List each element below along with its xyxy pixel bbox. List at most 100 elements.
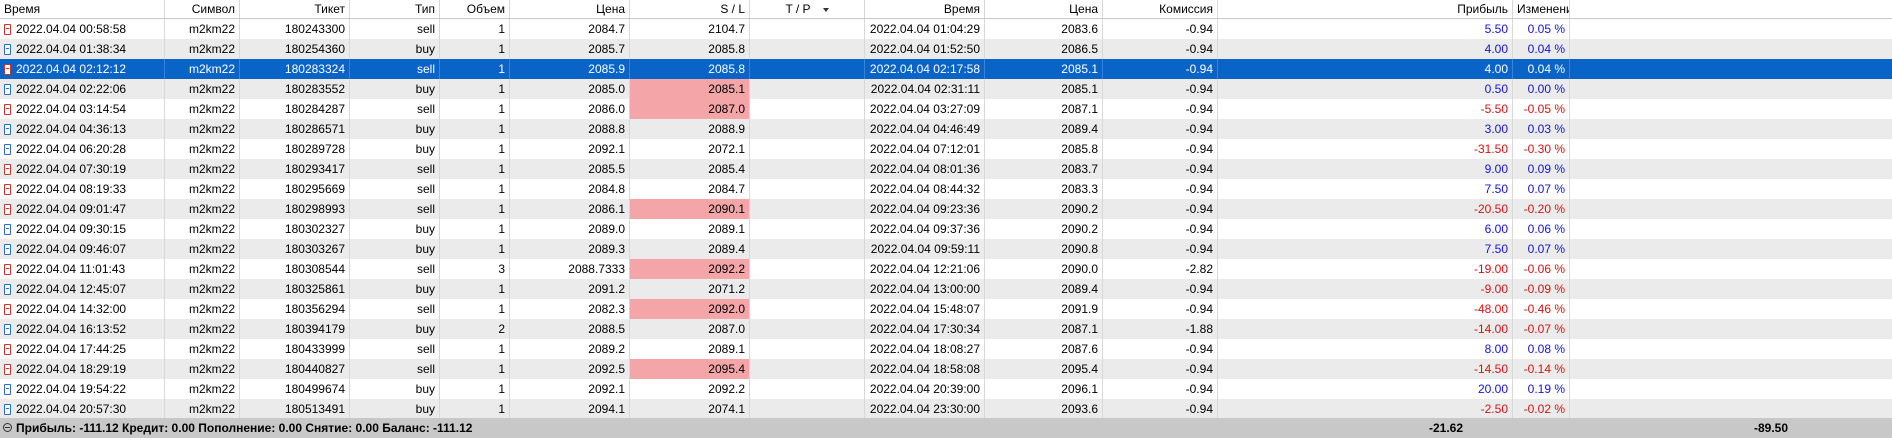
- table-row[interactable]: 2022.04.04 02:12:12 m2km22 180283324 sell 1 2…: [0, 59, 1892, 79]
- sl-value: 2089.4: [708, 242, 745, 256]
- cell-tp: [750, 19, 865, 39]
- close-time-value: 2022.04.04 18:58:08: [869, 362, 980, 376]
- table-row[interactable]: 2022.04.04 14:32:00 m2km22 180356294 sell 1 2…: [0, 299, 1892, 319]
- close-time-value: 2022.04.04 15:48:07: [869, 302, 980, 316]
- change-value: 0.06 %: [1527, 222, 1565, 236]
- cell-close-time: 2022.04.04 07:12:01: [865, 139, 985, 159]
- close-price-value: 2083.3: [1061, 182, 1098, 196]
- table-row[interactable]: 2022.04.04 03:14:54 m2km22 180284287 sell 1 2…: [0, 99, 1892, 119]
- cell-profit: -14.00: [1218, 319, 1513, 339]
- type-value: sell: [416, 362, 435, 376]
- volume-value: 1: [498, 82, 505, 96]
- profit-value: 9.00: [1484, 162, 1508, 176]
- profit-value: 3.00: [1484, 122, 1508, 136]
- column-header-profit[interactable]: Прибыль: [1218, 0, 1513, 18]
- column-header-ticket[interactable]: Тикет: [240, 0, 350, 18]
- cell-sl: 2095.4: [630, 359, 750, 379]
- cell-type: sell: [350, 179, 440, 199]
- cell-open-price: 2084.8: [510, 179, 630, 199]
- profit-value: -19.00: [1473, 262, 1508, 276]
- cell-close-time: 2022.04.04 18:08:27: [865, 339, 985, 359]
- table-row[interactable]: 2022.04.04 09:01:47 m2km22 180298993 sell 1 2…: [0, 199, 1892, 219]
- table-row[interactable]: 2022.04.04 20:57:30 m2km22 180513491 buy 1 20…: [0, 399, 1892, 419]
- table-row[interactable]: 2022.04.04 18:29:19 m2km22 180440827 sell 1 2…: [0, 359, 1892, 379]
- table-row[interactable]: 2022.04.04 07:30:19 m2km22 180293417 sell 1 2…: [0, 159, 1892, 179]
- table-row[interactable]: 2022.04.04 02:22:06 m2km22 180283552 buy 1 20…: [0, 79, 1892, 99]
- cell-close-price: 2093.6: [985, 399, 1103, 419]
- cell-symbol: m2km22: [165, 199, 240, 219]
- sl-value: 2089.1: [708, 222, 745, 236]
- column-header-type[interactable]: Тип: [350, 0, 440, 18]
- ticket-value: 180286571: [284, 122, 345, 136]
- sell-order-icon: [4, 264, 11, 276]
- cell-open-time: 2022.04.04 16:13:52: [0, 319, 165, 339]
- table-row[interactable]: 2022.04.04 19:54:22 m2km22 180499674 buy 1 20…: [0, 379, 1892, 399]
- column-header-label: Тип: [414, 2, 435, 16]
- cell-sl: 2071.2: [630, 279, 750, 299]
- sl-value: 2085.8: [708, 42, 745, 56]
- column-header-volume[interactable]: Объем: [440, 0, 510, 18]
- cell-commission: -2.82: [1103, 259, 1218, 279]
- column-header-close-time[interactable]: Время: [865, 0, 985, 18]
- cell-commission: -0.94: [1103, 359, 1218, 379]
- column-header-sl[interactable]: S / L: [630, 0, 750, 18]
- table-row[interactable]: 2022.04.04 01:38:34 m2km22 180254360 buy 1 20…: [0, 39, 1892, 59]
- cell-open-time: 2022.04.04 11:01:43: [0, 259, 165, 279]
- close-price-value: 2095.4: [1061, 362, 1098, 376]
- table-row[interactable]: 2022.04.04 16:13:52 m2km22 180394179 buy 2 20…: [0, 319, 1892, 339]
- cell-volume: 1: [440, 219, 510, 239]
- cell-commission: -0.94: [1103, 219, 1218, 239]
- open-price-value: 2092.1: [588, 142, 625, 156]
- profit-value: 8.00: [1484, 342, 1508, 356]
- column-header-change[interactable]: Изменение: [1513, 0, 1570, 18]
- cell-tp: [750, 399, 865, 419]
- cell-profit: 7.50: [1218, 239, 1513, 259]
- cell-commission: -0.94: [1103, 299, 1218, 319]
- cell-symbol: m2km22: [165, 159, 240, 179]
- ticket-value: 180433999: [284, 342, 345, 356]
- table-row[interactable]: 2022.04.04 06:20:28 m2km22 180289728 buy 1 20…: [0, 139, 1892, 159]
- cell-ticket: 180286571: [240, 119, 350, 139]
- table-row[interactable]: 2022.04.04 04:36:13 m2km22 180286571 buy 1 20…: [0, 119, 1892, 139]
- cell-profit: 8.00: [1218, 339, 1513, 359]
- table-row[interactable]: 2022.04.04 12:45:07 m2km22 180325861 buy 1 20…: [0, 279, 1892, 299]
- cell-symbol: m2km22: [165, 99, 240, 119]
- cell-volume: 1: [440, 119, 510, 139]
- cell-symbol: m2km22: [165, 219, 240, 239]
- table-row[interactable]: 2022.04.04 09:46:07 m2km22 180303267 buy 1 20…: [0, 239, 1892, 259]
- change-value: -0.14 %: [1523, 362, 1565, 376]
- table-row[interactable]: 2022.04.04 11:01:43 m2km22 180308544 sell 3 2…: [0, 259, 1892, 279]
- cell-open-price: 2092.1: [510, 379, 630, 399]
- collapse-icon[interactable]: [3, 423, 12, 432]
- type-value: sell: [416, 342, 435, 356]
- cell-change: -0.07 %: [1513, 319, 1570, 339]
- table-row[interactable]: 2022.04.04 09:30:15 m2km22 180302327 buy 1 20…: [0, 219, 1892, 239]
- cell-open-time: 2022.04.04 17:44:25: [0, 339, 165, 359]
- commission-value: -0.94: [1185, 82, 1213, 96]
- column-header-open-time[interactable]: Время: [0, 0, 165, 18]
- table-row[interactable]: 2022.04.04 00:58:58 m2km22 180243300 sell 1 2…: [0, 19, 1892, 39]
- column-header-commission[interactable]: Комиссия: [1103, 0, 1218, 18]
- cell-tp: [750, 99, 865, 119]
- column-header-close-price[interactable]: Цена: [985, 0, 1103, 18]
- volume-value: 1: [498, 362, 505, 376]
- close-price-value: 2090.2: [1061, 202, 1098, 216]
- type-value: buy: [415, 142, 435, 156]
- ticket-value: 180325861: [284, 282, 345, 296]
- column-header-label: Прибыль: [1457, 2, 1508, 16]
- cell-type: buy: [350, 79, 440, 99]
- column-header-label: Изменение: [1517, 2, 1569, 16]
- cell-open-time: 2022.04.04 09:46:07: [0, 239, 165, 259]
- type-value: sell: [416, 22, 435, 36]
- type-value: sell: [416, 162, 435, 176]
- cell-open-price: 2085.0: [510, 79, 630, 99]
- trade-history-table: Время Символ Тикет Тип Объем Цена S / L T / P Вр…: [0, 0, 1892, 419]
- column-header-symbol[interactable]: Символ: [165, 0, 240, 18]
- column-header-tp[interactable]: T / P: [750, 0, 865, 18]
- table-row[interactable]: 2022.04.04 08:19:33 m2km22 180295669 sell 1 2…: [0, 179, 1892, 199]
- type-value: buy: [415, 42, 435, 56]
- column-header-open-price[interactable]: Цена: [510, 0, 630, 18]
- cell-change: 0.05 %: [1513, 19, 1570, 39]
- volume-value: 1: [498, 342, 505, 356]
- table-row[interactable]: 2022.04.04 17:44:25 m2km22 180433999 sell 1 2…: [0, 339, 1892, 359]
